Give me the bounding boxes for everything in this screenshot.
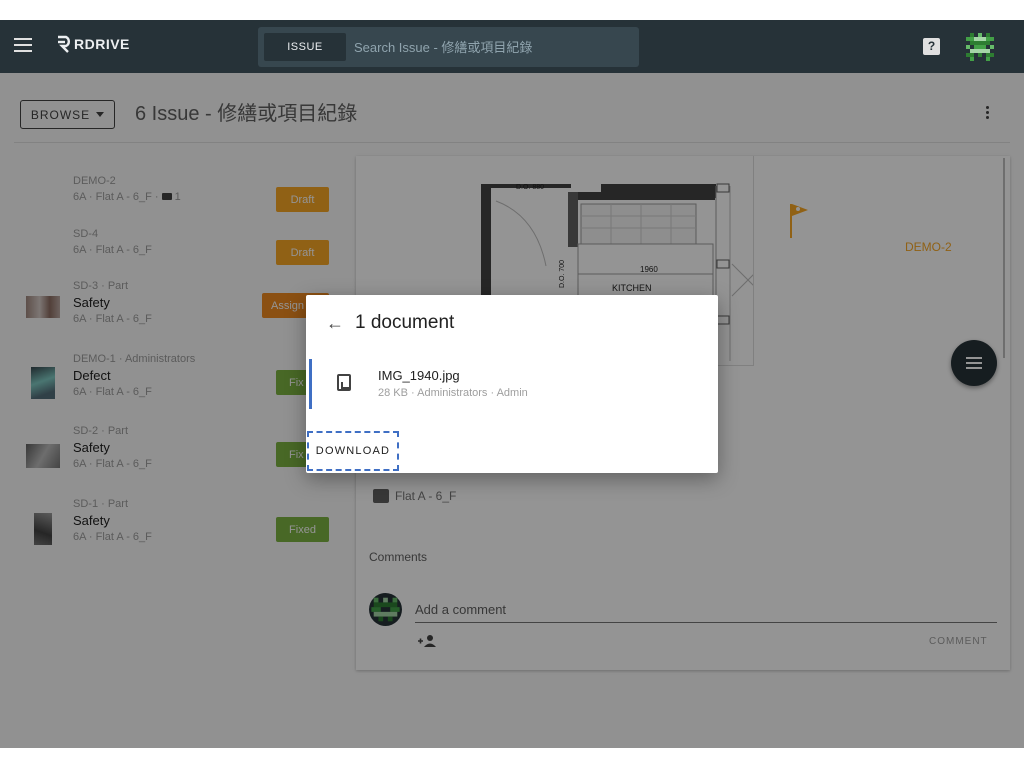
brand-logo[interactable]: RDRIVE	[56, 35, 130, 53]
bottom-margin	[0, 748, 1024, 768]
search-input[interactable]	[354, 39, 624, 55]
user-avatar[interactable]	[966, 33, 994, 61]
help-icon[interactable]: ?	[923, 38, 940, 55]
brand-name: RDRIVE	[74, 36, 130, 52]
file-meta: 28 KB · Administrators · Admin	[378, 387, 528, 399]
search-bar: ISSUE	[258, 27, 639, 67]
file-name: IMG_1940.jpg	[378, 368, 460, 383]
image-file-icon	[337, 374, 351, 391]
rdrive-logo-icon	[58, 35, 70, 53]
hamburger-menu-icon[interactable]	[14, 38, 32, 52]
search-scope-chip[interactable]: ISSUE	[264, 33, 346, 61]
back-arrow-icon[interactable]: ←	[326, 313, 344, 334]
dialog-title: 1 document	[355, 312, 455, 333]
app-screen: RDRIVE ISSUE ? BROWSE 6 Issue - 修繕或項目紀錄 …	[0, 20, 1024, 748]
document-item[interactable]: IMG_1940.jpg 28 KB · Administrators · Ad…	[309, 359, 718, 409]
download-button[interactable]: DOWNLOAD	[307, 431, 399, 471]
top-app-bar: RDRIVE ISSUE ?	[0, 20, 1024, 73]
documents-dialog: ← 1 document IMG_1940.jpg 28 KB · Admini…	[306, 295, 718, 473]
